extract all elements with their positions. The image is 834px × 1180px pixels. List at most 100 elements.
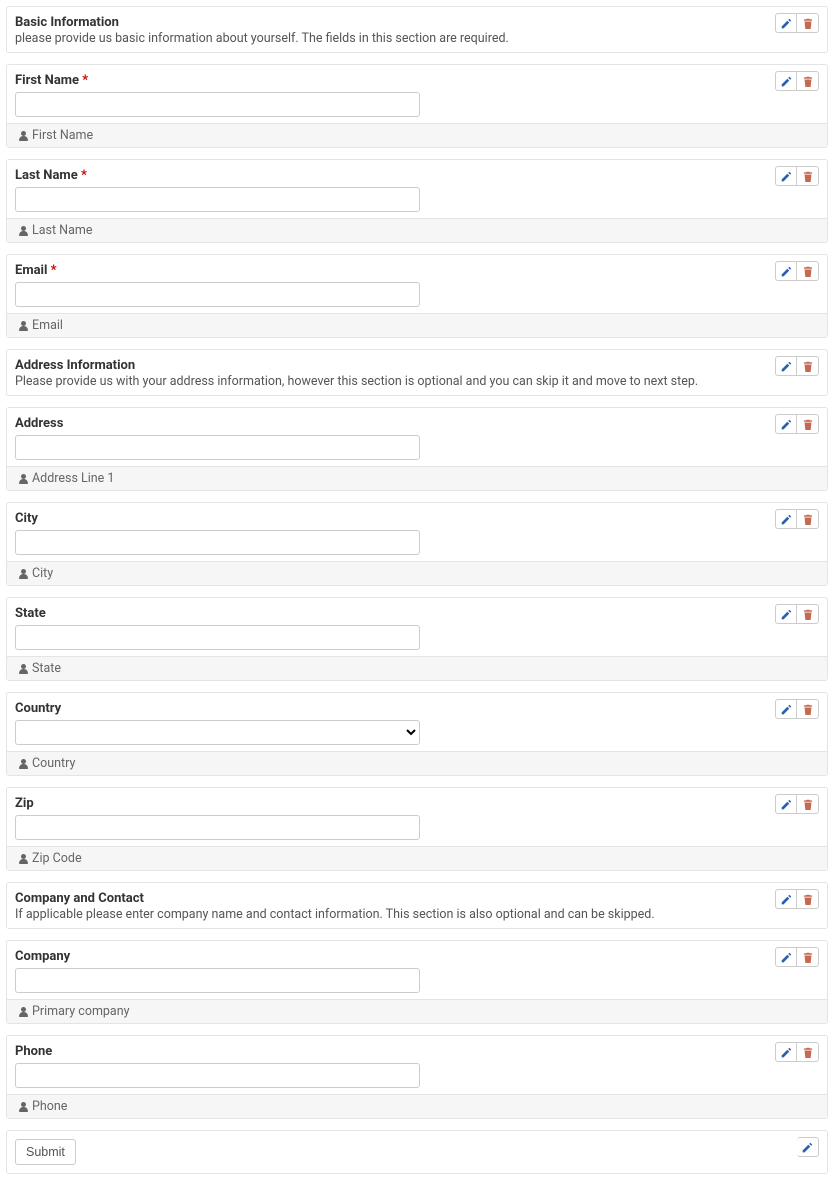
field-input[interactable] (15, 530, 420, 555)
trash-icon (803, 799, 813, 810)
delete-button[interactable] (797, 509, 819, 529)
edit-button[interactable] (775, 699, 797, 719)
field-input[interactable] (15, 92, 420, 117)
field-hint: Phone (7, 1094, 827, 1118)
delete-button[interactable] (797, 947, 819, 967)
field-label: Company (15, 949, 819, 964)
edit-button[interactable] (775, 604, 797, 624)
edit-icon (781, 361, 792, 372)
field-label: City (15, 511, 819, 526)
required-marker: * (82, 73, 88, 88)
section-header: Basic Informationplease provide us basic… (6, 6, 828, 53)
section-description: please provide us basic information abou… (15, 31, 819, 46)
field-label: Zip (15, 796, 819, 811)
edit-icon (781, 609, 792, 620)
delete-button[interactable] (797, 13, 819, 33)
edit-button[interactable] (775, 889, 797, 909)
edit-button[interactable] (775, 261, 797, 281)
form-field: First Name *First Name (6, 64, 828, 148)
edit-button[interactable] (775, 1042, 797, 1062)
form-field: Last Name * Last Name (6, 159, 828, 243)
field-hint: First Name (7, 123, 827, 147)
form-field: AddressAddress Line 1 (6, 407, 828, 491)
edit-button[interactable] (797, 1137, 819, 1157)
form-field: Company Primary company (6, 940, 828, 1024)
trash-icon (803, 952, 813, 963)
field-label: State (15, 606, 819, 621)
form-field: Zip Zip Code (6, 787, 828, 871)
delete-button[interactable] (797, 414, 819, 434)
section-title: Address Information (15, 358, 819, 373)
edit-icon (781, 171, 792, 182)
edit-icon (781, 514, 792, 525)
edit-icon (781, 266, 792, 277)
trash-icon (803, 609, 813, 620)
user-icon (19, 854, 28, 864)
user-icon (19, 664, 28, 674)
trash-icon (803, 419, 813, 430)
delete-button[interactable] (797, 604, 819, 624)
edit-button[interactable] (775, 71, 797, 91)
trash-icon (803, 171, 813, 182)
section-title: Company and Contact (15, 891, 819, 906)
delete-button[interactable] (797, 261, 819, 281)
field-input[interactable] (15, 435, 420, 460)
delete-button[interactable] (797, 889, 819, 909)
delete-button[interactable] (797, 1042, 819, 1062)
edit-icon (781, 952, 792, 963)
edit-button[interactable] (775, 356, 797, 376)
trash-icon (803, 18, 813, 29)
field-hint: State (7, 656, 827, 680)
delete-button[interactable] (797, 794, 819, 814)
field-hint: Last Name (7, 218, 827, 242)
required-marker: * (51, 263, 57, 278)
edit-icon (781, 18, 792, 29)
trash-icon (803, 266, 813, 277)
field-select[interactable] (15, 720, 420, 745)
required-marker: * (81, 168, 87, 183)
edit-icon (802, 1142, 813, 1153)
user-icon (19, 321, 28, 331)
edit-button[interactable] (775, 166, 797, 186)
edit-icon (781, 894, 792, 905)
submit-button[interactable]: Submit (15, 1139, 76, 1165)
delete-button[interactable] (797, 71, 819, 91)
trash-icon (803, 704, 813, 715)
field-input[interactable] (15, 968, 420, 993)
section-title: Basic Information (15, 15, 819, 30)
field-input[interactable] (15, 282, 420, 307)
field-label: Country (15, 701, 819, 716)
field-hint: Primary company (7, 999, 827, 1023)
delete-button[interactable] (797, 356, 819, 376)
edit-icon (781, 704, 792, 715)
field-label: Last Name * (15, 168, 819, 183)
field-input[interactable] (15, 625, 420, 650)
user-icon (19, 759, 28, 769)
section-description: If applicable please enter company name … (15, 907, 819, 922)
submit-row: Submit (6, 1130, 828, 1174)
user-icon (19, 226, 28, 236)
field-hint: City (7, 561, 827, 585)
field-input[interactable] (15, 815, 420, 840)
form-field: City City (6, 502, 828, 586)
delete-button[interactable] (797, 166, 819, 186)
form-field: Email *Email (6, 254, 828, 338)
edit-icon (781, 76, 792, 87)
field-input[interactable] (15, 1063, 420, 1088)
edit-icon (781, 419, 792, 430)
field-hint: Zip Code (7, 846, 827, 870)
edit-button[interactable] (775, 794, 797, 814)
user-icon (19, 1102, 28, 1112)
trash-icon (803, 76, 813, 87)
field-input[interactable] (15, 187, 420, 212)
edit-button[interactable] (775, 509, 797, 529)
field-label: Address (15, 416, 819, 431)
field-label: Email * (15, 263, 819, 278)
user-icon (19, 131, 28, 141)
form-field: CountryCountry (6, 692, 828, 776)
edit-button[interactable] (775, 947, 797, 967)
edit-button[interactable] (775, 13, 797, 33)
edit-button[interactable] (775, 414, 797, 434)
delete-button[interactable] (797, 699, 819, 719)
edit-icon (781, 1047, 792, 1058)
